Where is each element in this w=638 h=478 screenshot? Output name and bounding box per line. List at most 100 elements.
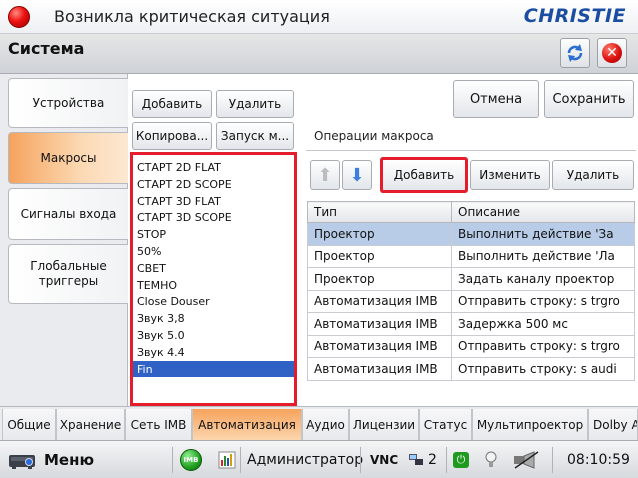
cell-description: Задержка 500 мс xyxy=(451,312,635,336)
divider xyxy=(306,150,636,151)
cell-description: Задать каналу проектор xyxy=(451,267,635,291)
network-icon xyxy=(409,454,423,465)
cell-type: Автоматизация IMB xyxy=(307,334,452,358)
divider xyxy=(360,447,361,473)
table-row[interactable]: Проектор Задать каналу проектор xyxy=(307,267,635,291)
list-item[interactable]: ТЕМНО xyxy=(133,277,294,294)
table-row[interactable]: Проектор Выполнить действие 'За xyxy=(307,222,635,246)
column-header-description[interactable]: Описание xyxy=(451,201,635,223)
tab-dolby[interactable]: Dolby At xyxy=(588,409,638,441)
cell-type: Автоматизация IMB xyxy=(307,312,452,336)
move-up-button[interactable]: ⬆ xyxy=(310,160,340,190)
tab-input-signals[interactable]: Сигналы входа xyxy=(8,188,128,240)
operations-label: Операции макроса xyxy=(314,129,434,143)
divider xyxy=(240,447,241,473)
tab-status[interactable]: Статус xyxy=(419,409,472,441)
lamp-button[interactable] xyxy=(484,441,498,478)
table-row[interactable]: Автоматизация IMB Задержка 500 мс xyxy=(307,312,635,336)
list-item[interactable]: Звук 5.0 xyxy=(133,327,294,344)
imb-status-icon: IMB xyxy=(180,449,202,471)
tab-label: Устройства xyxy=(32,95,105,110)
arrow-up-icon: ⬆ xyxy=(317,164,333,186)
alert-title: Возникла критическая ситуация xyxy=(54,7,330,26)
cell-type: Проектор xyxy=(307,222,452,246)
add-macro-button[interactable]: Добавить xyxy=(132,90,212,118)
vnc-status[interactable]: VNC xyxy=(370,441,398,478)
tab-label: Макросы xyxy=(40,150,97,165)
tab-licenses[interactable]: Лицензии xyxy=(349,409,419,441)
sessions-count: 2 xyxy=(428,452,437,468)
sessions-indicator[interactable]: 2 xyxy=(408,441,437,478)
cell-description: Отправить строку: s trgro xyxy=(451,289,635,313)
close-button[interactable]: ✕ xyxy=(597,38,627,68)
table-row[interactable]: Автоматизация IMB Отправить строку: s tr… xyxy=(307,334,635,358)
cell-type: Автоматизация IMB xyxy=(307,289,452,313)
divider xyxy=(446,447,447,473)
menu-label: Меню xyxy=(44,451,95,469)
left-tab-strip: Устройства Макросы Сигналы входа Глобаль… xyxy=(0,74,128,406)
tab-automation[interactable]: Автоматизация xyxy=(192,409,302,441)
table-row[interactable]: Автоматизация IMB Отправить строку: s au… xyxy=(307,357,635,381)
list-item[interactable]: Звук 4.4 xyxy=(133,344,294,361)
table-row[interactable]: Проектор Выполнить действие 'Ла xyxy=(307,244,635,268)
close-icon: ✕ xyxy=(602,43,622,63)
power-button[interactable]: ⏻ xyxy=(453,441,469,478)
imb-status[interactable]: IMB xyxy=(180,441,202,478)
cell-description: Выполнить действие 'Ла xyxy=(451,244,635,268)
operations-table[interactable]: Тип Описание Проектор Выполнить действие… xyxy=(307,201,635,381)
tab-general[interactable]: Общие xyxy=(2,409,56,441)
douser-button[interactable] xyxy=(512,441,542,478)
lamp-icon xyxy=(485,451,497,467)
column-header-type[interactable]: Тип xyxy=(307,201,452,223)
delete-macro-button[interactable]: Удалить xyxy=(216,90,294,118)
system-header: Система ✕ xyxy=(0,34,638,74)
projector-icon xyxy=(9,455,35,469)
refresh-button[interactable] xyxy=(560,38,590,68)
tab-macros[interactable]: Макросы xyxy=(8,132,128,184)
table-row[interactable]: Автоматизация IMB Отправить строку: s tr… xyxy=(307,289,635,313)
list-item[interactable]: СВЕТ xyxy=(133,260,294,277)
macro-list[interactable]: СТАРТ 2D FLAT СТАРТ 2D SCOPE СТАРТ 3D FL… xyxy=(130,152,297,406)
list-item[interactable]: СТАРТ 2D FLAT xyxy=(133,159,294,176)
tab-imb-network[interactable]: Сеть IMB xyxy=(125,409,192,441)
divider xyxy=(552,447,553,473)
list-item-selected[interactable]: Fin xyxy=(133,360,294,378)
list-item[interactable]: Close Douser xyxy=(133,293,294,310)
cell-type: Проектор xyxy=(307,244,452,268)
tab-storage[interactable]: Хранение xyxy=(56,409,125,441)
bar-chart-icon xyxy=(218,451,236,469)
refresh-icon xyxy=(567,44,583,62)
tab-label: Глобальные триггеры xyxy=(30,259,107,288)
run-macro-button[interactable]: Запуск м... xyxy=(216,122,294,150)
move-down-button[interactable]: ⬇ xyxy=(342,160,372,190)
alert-icon[interactable] xyxy=(8,6,30,28)
bottom-tab-strip: Общие Хранение Сеть IMB Автоматизация Ау… xyxy=(0,406,638,441)
list-item[interactable]: 50% xyxy=(133,243,294,260)
divider xyxy=(172,447,173,473)
save-button[interactable]: Сохранить xyxy=(544,80,634,118)
cell-description: Отправить строку: s trgro xyxy=(451,334,635,358)
tab-global-triggers[interactable]: Глобальные триггеры xyxy=(8,244,128,304)
list-item[interactable]: СТАРТ 2D SCOPE xyxy=(133,176,294,193)
list-item[interactable]: Звук 3,8 xyxy=(133,310,294,327)
cancel-button[interactable]: Отмена xyxy=(453,80,539,118)
add-operation-button[interactable]: Добавить xyxy=(380,157,468,193)
cell-description: Выполнить действие 'За xyxy=(451,222,635,246)
cell-description: Отправить строку: s audi xyxy=(451,357,635,381)
copy-macro-button[interactable]: Копирова... xyxy=(132,122,212,150)
list-item[interactable]: СТАРТ 3D FLAT xyxy=(133,193,294,210)
list-item[interactable]: STOP xyxy=(133,226,294,243)
page-title: Система xyxy=(8,39,85,58)
tab-audio[interactable]: Аудио xyxy=(302,409,349,441)
status-bar: Меню IMB Администратор VNC 2 ⏻ 08:10:59 xyxy=(0,440,638,478)
tab-devices[interactable]: Устройства xyxy=(8,78,128,128)
cell-type: Проектор xyxy=(307,267,452,291)
table-header-row: Тип Описание xyxy=(307,201,635,223)
monitor-icon[interactable] xyxy=(218,441,236,478)
delete-operation-button[interactable]: Удалить xyxy=(552,160,634,190)
menu-button[interactable]: Меню xyxy=(8,441,94,478)
list-item[interactable]: СТАРТ 3D SCOPE xyxy=(133,209,294,226)
edit-operation-button[interactable]: Изменить xyxy=(470,160,550,190)
user-role[interactable]: Администратор xyxy=(247,441,363,478)
tab-multiprojector[interactable]: Мультипроектор xyxy=(472,409,588,441)
